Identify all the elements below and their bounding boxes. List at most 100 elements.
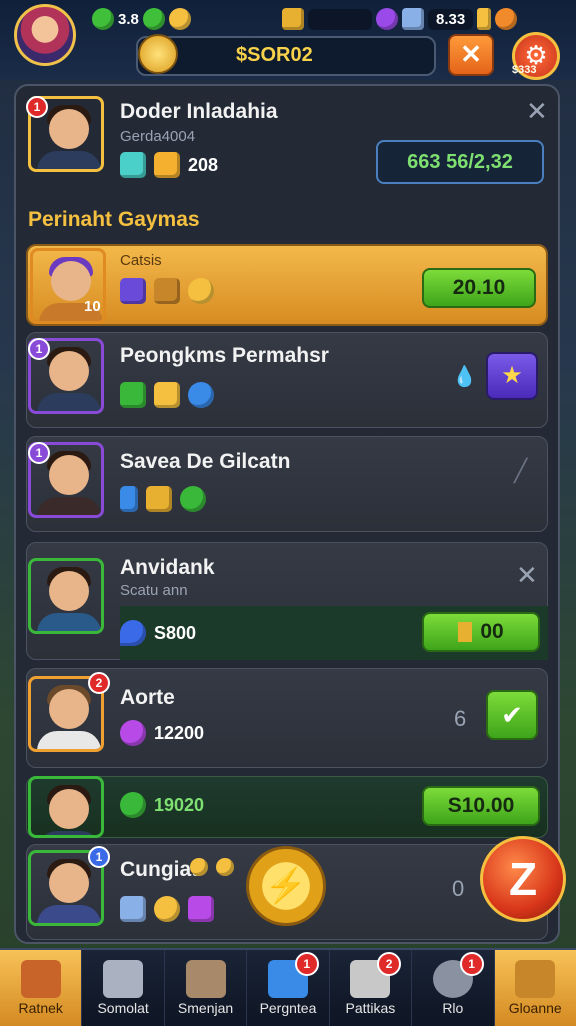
coin-icon (216, 858, 234, 876)
item-badge: 2 (88, 672, 110, 694)
item-title: Peongkms Permahsr (120, 344, 329, 367)
item-badge: 1 (28, 442, 50, 464)
item-side-count: 6 (454, 706, 467, 731)
currency-1-value: 3.8 (118, 10, 139, 28)
orb-icon (376, 8, 398, 30)
gem-icon (120, 152, 146, 178)
item-side-count: 0 (452, 876, 465, 901)
bag-icon (185, 960, 226, 998)
nav-label: Gloanne (508, 1000, 562, 1016)
big-coin-icon[interactable]: ⚡ (246, 846, 326, 926)
profile-icons: 208 (120, 152, 218, 178)
nav-label: Rlo (442, 1000, 464, 1016)
nav-label: Smenjan (177, 1000, 234, 1016)
item-badge: 1 (88, 846, 110, 868)
claim-button[interactable]: 00 (422, 612, 540, 652)
item-icons (120, 896, 214, 922)
portrait-tag: 10 (84, 298, 101, 315)
item-icons (120, 486, 206, 512)
house-icon (20, 960, 61, 998)
cube-icon (402, 8, 424, 30)
check-button[interactable]: ✔ (486, 690, 538, 740)
chest-icon (154, 278, 180, 304)
item-portrait[interactable] (28, 558, 104, 634)
nav-badge: 1 (294, 952, 319, 976)
search-input[interactable]: $SOR02 (236, 44, 313, 67)
coin-icon (190, 858, 208, 876)
close-icon[interactable]: ✕ (516, 560, 538, 591)
nav-item-pergntea[interactable]: 1 Pergntea (247, 950, 330, 1026)
profile-subtitle: Gerda4004 (120, 128, 196, 145)
item-count: 12200 (154, 722, 205, 743)
claim-button[interactable]: 20.10 (422, 268, 536, 308)
section-title: Perinaht Gaymas (28, 208, 200, 231)
nav-item-smenjan[interactable]: Smenjan (165, 950, 248, 1026)
claim-button-label: 00 (480, 620, 504, 643)
item-icons: 12200 (120, 720, 204, 746)
gem-icon (180, 486, 206, 512)
orb-icon (188, 382, 214, 408)
bottom-nav: Ratnek Somolat Smenjan 1 Pergntea 2 Patt… (0, 948, 576, 1026)
item-badge: 1 (28, 338, 50, 360)
edit-icon[interactable]: ╱ (514, 458, 527, 484)
coin-icon (154, 896, 180, 922)
item-title: Anvidank (120, 556, 215, 579)
gem-icon (142, 8, 165, 30)
item-icons: 19020 (120, 792, 204, 818)
gear-label: $333 (512, 64, 537, 76)
close-icon[interactable]: ✕ (526, 96, 548, 127)
nav-item-gloanne[interactable]: Gloanne (494, 950, 576, 1026)
coin-icon (188, 278, 214, 304)
nav-item-somolat[interactable]: Somolat (82, 950, 165, 1026)
coin-icon (168, 8, 191, 30)
card-icon (458, 622, 473, 643)
drop-icon: 💧 (452, 366, 477, 388)
nav-item-rlo[interactable]: 1 Rlo (412, 950, 495, 1026)
search-icon[interactable] (138, 34, 178, 74)
item-portrait[interactable] (28, 776, 104, 838)
nav-badge: 2 (377, 952, 402, 976)
nav-label: Somolat (97, 1000, 149, 1016)
nav-label: Pattikas (345, 1000, 396, 1016)
profile-readout: 663 56/2,32 (376, 140, 544, 184)
profile-badge: 1 (26, 96, 48, 118)
gem-icon (120, 382, 146, 408)
item-icons: S800 (120, 620, 196, 646)
item-icons (120, 382, 214, 408)
nav-label: Pergntea (259, 1000, 317, 1016)
item-title: Savea De Gilcatn (120, 450, 291, 473)
fire-icon (495, 8, 518, 30)
claim-button[interactable]: S10.00 (422, 786, 540, 826)
player-avatar[interactable] (14, 4, 76, 66)
item-title: Aorte (120, 686, 175, 709)
item-count: S800 (154, 622, 197, 643)
nav-item-ratnek[interactable]: Ratnek (0, 950, 83, 1026)
card-icon (477, 8, 492, 30)
crystal-icon (120, 486, 138, 512)
item-subtitle: Catsis (120, 252, 162, 269)
gem-icon (92, 8, 114, 30)
currency-1: 3.8 (92, 6, 191, 32)
currency-2-value: 8.33 (428, 8, 474, 30)
card-icon (120, 278, 146, 304)
currency-2: 8.33 (282, 6, 518, 32)
trophy-icon (515, 960, 556, 998)
star-button[interactable]: ★ (486, 352, 538, 400)
chest-icon (146, 486, 172, 512)
item-count: 19020 (154, 794, 205, 815)
home-icon (103, 960, 144, 998)
flower-icon (120, 720, 146, 746)
item-subtitle: Scatu ann (120, 582, 188, 599)
nav-label: Ratnek (18, 1000, 63, 1016)
chest-icon (282, 8, 304, 30)
profile-count: 208 (188, 154, 219, 175)
card-icon (154, 382, 180, 408)
item-icons (120, 278, 214, 304)
chest-icon (154, 152, 180, 178)
crystal-icon (188, 896, 214, 922)
item-coins (190, 858, 234, 876)
close-button[interactable]: ✕ (448, 34, 494, 76)
cube-icon (120, 896, 146, 922)
nav-item-pattikas[interactable]: 2 Pattikas (330, 950, 413, 1026)
action-button[interactable]: Z (480, 836, 566, 922)
